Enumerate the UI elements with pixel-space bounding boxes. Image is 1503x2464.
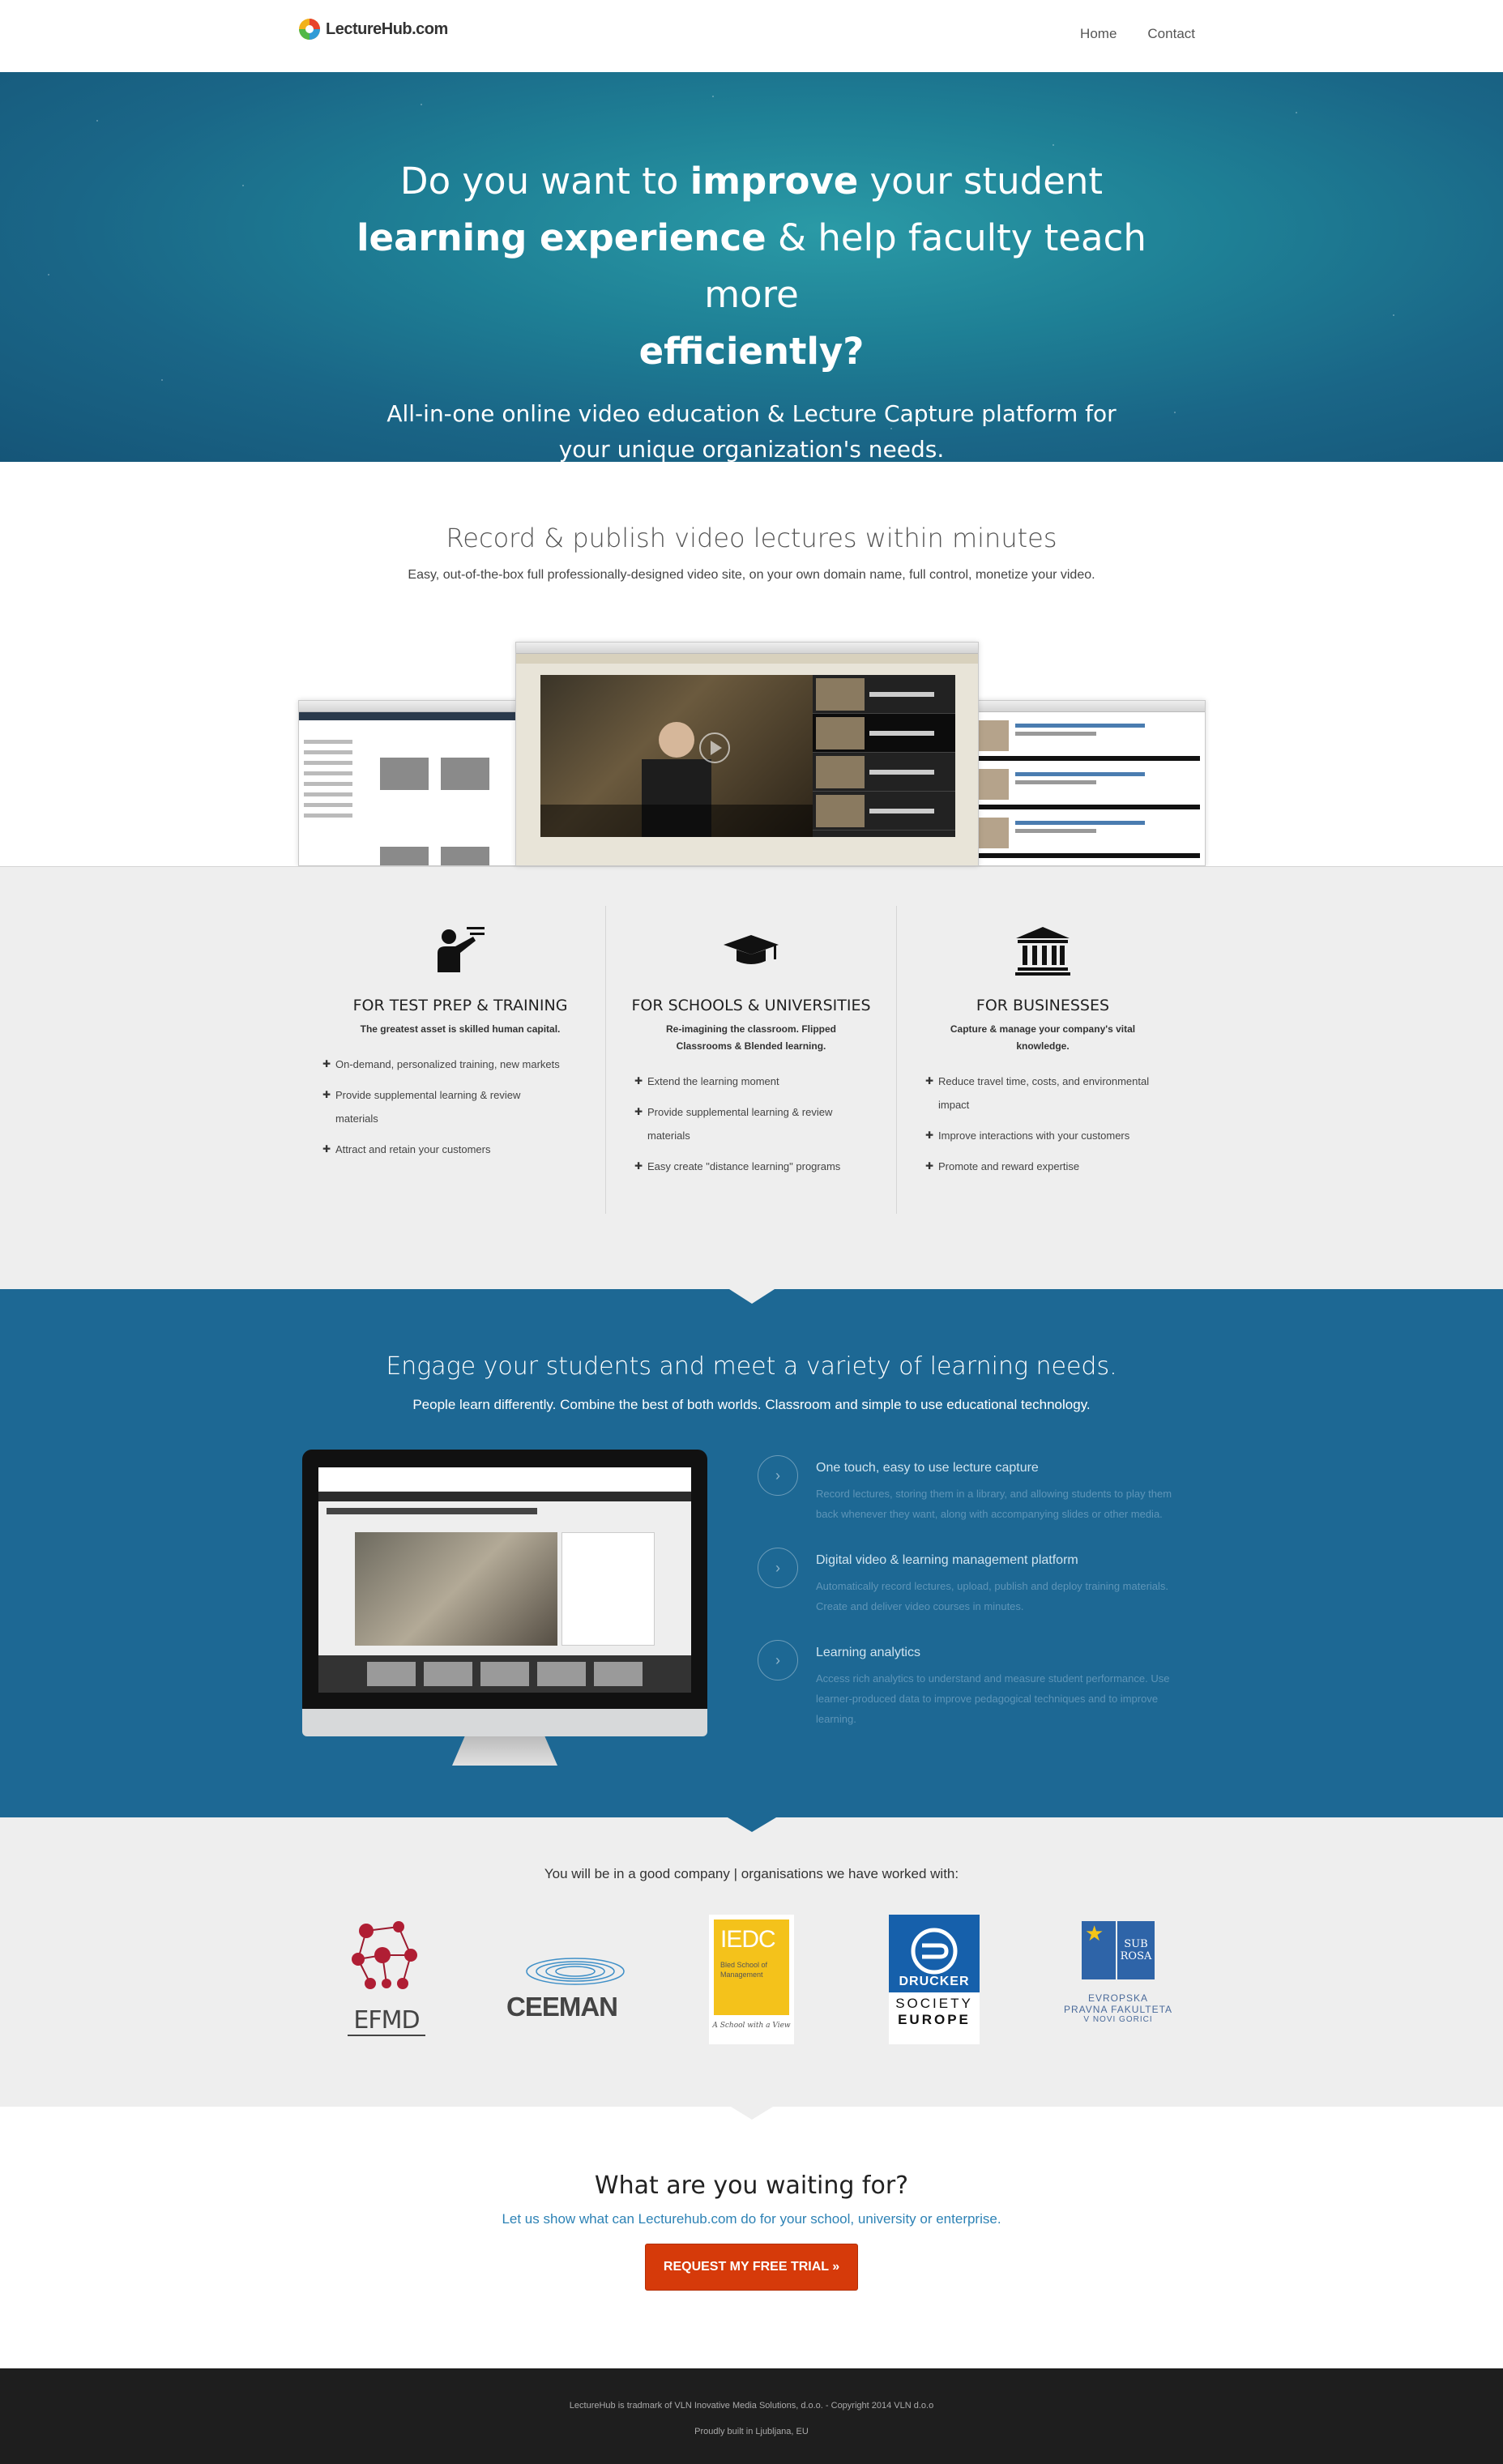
drucker-wordmark-2: SOCIETY xyxy=(895,1996,973,2011)
headline-emphasis: efficiently? xyxy=(638,330,865,373)
screenshot-lecture-list xyxy=(971,700,1206,866)
logo-text: LectureHub.com xyxy=(326,19,448,38)
imac-screen-content xyxy=(318,1467,691,1693)
feature-title: FOR SCHOOLS & UNIVERSITIES xyxy=(631,997,871,1014)
imac-mockup xyxy=(302,1450,707,1766)
product-screenshots xyxy=(298,642,1206,866)
graduation-cap-icon xyxy=(724,935,779,964)
efmd-wordmark: EFMD xyxy=(348,2006,425,2036)
engage-benefits-list: › One touch, easy to use lecture capture… xyxy=(758,1455,1179,1758)
feature-list: Reduce travel time, costs, and environme… xyxy=(925,1070,1168,1178)
iedc-tagline: A School with a View xyxy=(712,2022,791,2030)
headline-text: & help faculty teach more xyxy=(704,216,1146,316)
feature-item: Provide supplemental learning & review m… xyxy=(322,1083,566,1130)
epf-name-2: PRAVNA FAKULTETA xyxy=(1063,2004,1173,2015)
teacher-icon xyxy=(438,927,485,972)
footer: LectureHub is tradmark of VLN Inovative … xyxy=(0,2368,1503,2464)
feature-businesses: FOR BUSINESSES Capture & manage your com… xyxy=(897,906,1189,1214)
chevron-right-icon: › xyxy=(758,1455,798,1496)
logo-icon xyxy=(299,19,320,40)
engage-subtitle: People learn differently. Combine the be… xyxy=(412,1397,1091,1412)
epf-logo: SUB ROSA ★ EVROPSKA PRAVNA FAKULTETA V N… xyxy=(1053,1921,1183,2051)
top-navbar: LectureHub.com Home Contact xyxy=(0,0,1503,72)
star-icon: ★ xyxy=(1085,1921,1104,1945)
feature-item: Reduce travel time, costs, and environme… xyxy=(925,1070,1168,1117)
benefit-title: One touch, easy to use lecture capture xyxy=(816,1461,1039,1475)
headline-emphasis: improve xyxy=(690,160,859,203)
feature-tagline: The greatest asset is skilled human capi… xyxy=(360,1023,561,1035)
cta-subtitle: Let us show what can Lecturehub.com do f… xyxy=(502,2211,1001,2227)
feature-item: Attract and retain your customers xyxy=(322,1138,566,1161)
feature-tagline: Re-imagining the classroom. Flipped Clas… xyxy=(665,1023,837,1052)
feature-item: Easy create "distance learning" programs xyxy=(634,1155,877,1178)
hero-subtitle: All-in-one online video education & Lect… xyxy=(386,400,1117,462)
epf-name-3: V NOVI GORICI xyxy=(1083,2015,1153,2024)
benefit-item: › Learning analytics Access rich analyti… xyxy=(758,1640,1179,1729)
feature-tagline: Capture & manage your company's vital kn… xyxy=(950,1023,1136,1052)
footer-copyright: LectureHub is tradmark of VLN Inovative … xyxy=(569,2401,934,2411)
institution-icon xyxy=(1015,927,1070,976)
screenshot-video-player xyxy=(515,642,979,866)
epf-rosa-text: ROSA xyxy=(1120,1950,1152,1962)
nav-contact-link[interactable]: Contact xyxy=(1147,26,1195,42)
feature-title: FOR TEST PREP & TRAINING xyxy=(352,997,568,1014)
site-logo[interactable]: LectureHub.com xyxy=(298,18,448,41)
feature-item: Improve interactions with your customers xyxy=(925,1124,1168,1147)
request-free-trial-button[interactable]: REQUEST MY FREE TRIAL » xyxy=(644,2244,859,2291)
benefit-item: › One touch, easy to use lecture capture… xyxy=(758,1455,1179,1524)
cta-section: What are you waiting for? Let us show wh… xyxy=(0,2107,1503,2368)
benefit-text: Automatically record lectures, upload, p… xyxy=(816,1580,1169,1612)
epf-sub-text: SUB xyxy=(1124,1938,1148,1950)
feature-test-prep: FOR TEST PREP & TRAINING The greatest as… xyxy=(314,906,606,1214)
feature-schools: FOR SCHOOLS & UNIVERSITIES Re-imagining … xyxy=(605,906,897,1214)
headline-text: Do you want to xyxy=(399,160,690,203)
cta-title: What are you waiting for? xyxy=(594,2171,909,2200)
footer-built-in: Proudly built in Ljubljana, EU xyxy=(694,2427,809,2436)
iedc-logo: IEDC Bled School of Management A School … xyxy=(709,1915,794,2044)
video-frame xyxy=(540,675,813,837)
features-section: FOR TEST PREP & TRAINING The greatest as… xyxy=(0,866,1503,1289)
hero-banner: Do you want to improve your student lear… xyxy=(0,72,1503,462)
ceeman-logo: CEEMAN xyxy=(502,1947,632,2028)
chevron-right-icon: › xyxy=(758,1548,798,1588)
hero-headline: Do you want to improve your student lear… xyxy=(306,153,1198,380)
screenshot-browse-page xyxy=(298,700,533,866)
benefit-title: Learning analytics xyxy=(816,1646,920,1659)
efmd-logo: EFMD xyxy=(342,1915,431,2052)
headline-emphasis: learning experience xyxy=(357,216,766,259)
record-subtitle: Easy, out-of-the-box full professionally… xyxy=(408,568,1095,582)
engage-section: Engage your students and meet a variety … xyxy=(0,1289,1503,1817)
chevron-right-icon: › xyxy=(758,1640,798,1680)
feature-item: Extend the learning moment xyxy=(634,1070,877,1093)
iedc-wordmark: IEDC xyxy=(720,1926,776,1953)
feature-item: On-demand, personalized training, new ma… xyxy=(322,1053,566,1076)
epf-name-1: EVROPSKA xyxy=(1087,1992,1149,2004)
drucker-emblem-icon xyxy=(911,1928,958,1975)
headline-text: your student xyxy=(858,160,1104,203)
partners-section: You will be in a good company | organisa… xyxy=(0,1817,1503,2107)
drucker-wordmark-3: EUROPE xyxy=(898,2012,971,2027)
benefit-title: Digital video & learning management plat… xyxy=(816,1553,1078,1567)
section-notch xyxy=(727,1817,776,1832)
record-title: Record & publish video lectures within m… xyxy=(446,523,1057,553)
drucker-society-logo: DRUCKER SOCIETY EUROPE xyxy=(889,1915,980,2044)
feature-list: On-demand, personalized training, new ma… xyxy=(322,1053,566,1161)
feature-item: Provide supplemental learning & review m… xyxy=(634,1100,877,1147)
benefit-text: Access rich analytics to understand and … xyxy=(816,1672,1170,1725)
section-notch xyxy=(728,1289,775,1304)
ceeman-wordmark: CEEMAN xyxy=(506,1992,618,2022)
related-videos-list xyxy=(813,675,955,837)
partner-logos: EFMD CEEMAN IEDC Bled School of Manageme… xyxy=(324,1915,1191,2052)
nav-home-link[interactable]: Home xyxy=(1080,26,1117,42)
benefit-text: Record lectures, storing them in a libra… xyxy=(816,1488,1172,1520)
section-notch xyxy=(730,2107,773,2120)
benefit-item: › Digital video & learning management pl… xyxy=(758,1548,1179,1616)
feature-title: FOR BUSINESSES xyxy=(976,997,1110,1014)
feature-item: Promote and reward expertise xyxy=(925,1155,1168,1178)
drucker-wordmark-1: DRUCKER xyxy=(899,1975,970,1988)
feature-list: Extend the learning moment Provide suppl… xyxy=(634,1070,877,1178)
record-section: Record & publish video lectures within m… xyxy=(0,462,1503,866)
iedc-subtitle: Bled School of Management xyxy=(720,1961,768,1979)
